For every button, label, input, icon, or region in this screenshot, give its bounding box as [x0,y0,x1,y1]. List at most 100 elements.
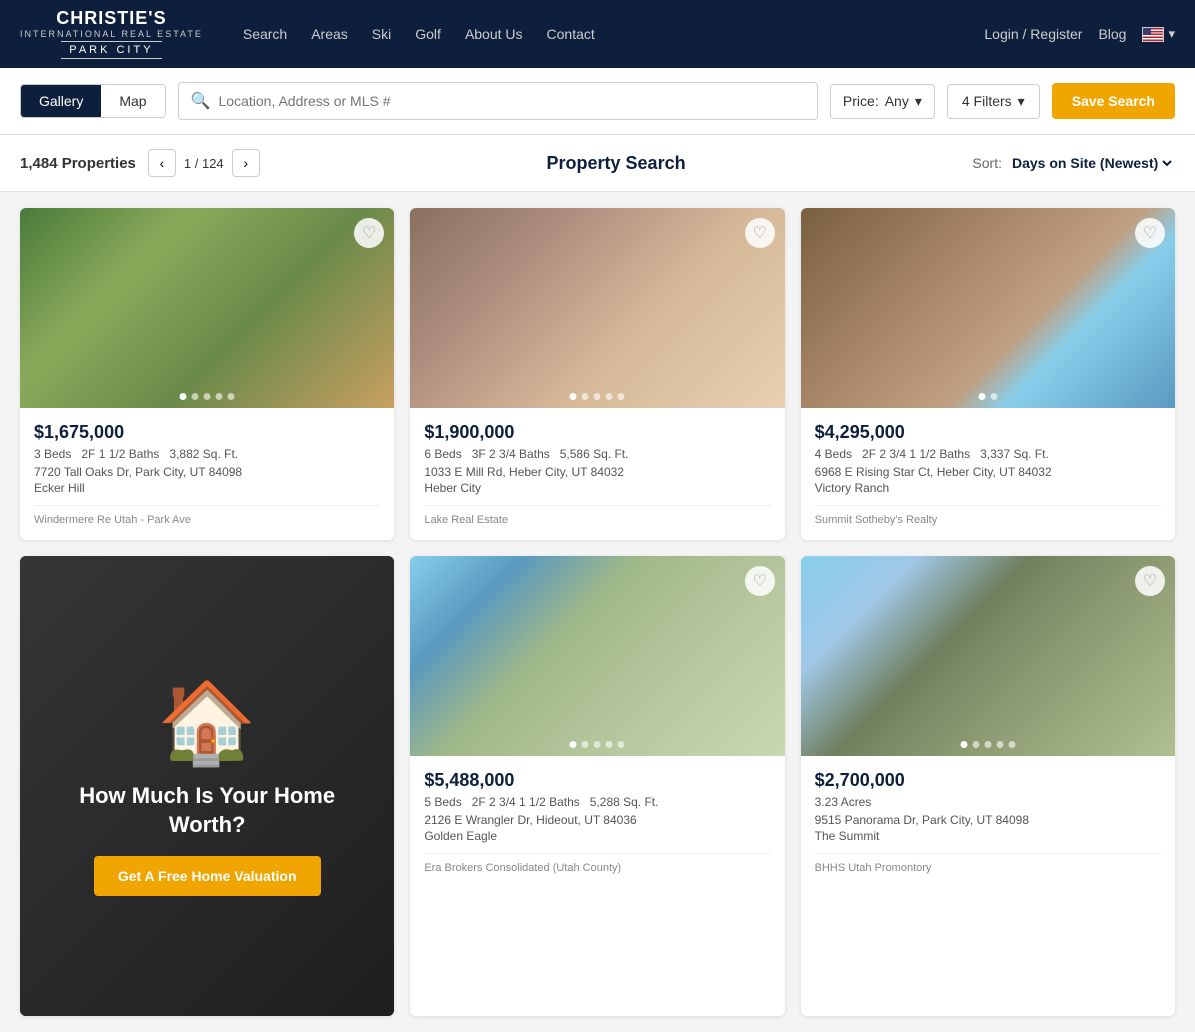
nav-links: Search Areas Ski Golf About Us Contact [243,22,985,46]
promo-card: 🏠 How Much Is Your Home Worth? Get A Fre… [20,556,394,1016]
carousel-dots [180,393,235,400]
property-card[interactable]: ♡ $1,900,000 6 Beds 3F 2 3/4 Baths 5,586… [410,208,784,540]
carousel-dot [192,393,199,400]
carousel-dot [618,741,625,748]
carousel-dot [228,393,235,400]
property-card[interactable]: ♡ $1,675,000 3 Beds 2F 1 1/2 Baths 3,882… [20,208,394,540]
carousel-dot [606,393,613,400]
gallery-view-button[interactable]: Gallery [21,85,101,117]
favorite-button[interactable]: ♡ [1135,218,1165,248]
chevron-down-icon: ▾ [915,93,922,110]
carousel-dot [594,393,601,400]
carousel-dot [582,741,589,748]
carousel-dot [582,393,589,400]
nav-golf[interactable]: Golf [415,22,441,46]
promo-content: 🏠 How Much Is Your Home Worth? Get A Fre… [20,656,394,915]
property-details: 4 Beds 2F 2 3/4 1 1/2 Baths 3,337 Sq. Ft… [815,447,1161,461]
search-input[interactable] [219,93,805,109]
property-community: Victory Ranch [815,481,1161,495]
property-details: 3 Beds 2F 1 1/2 Baths 3,882 Sq. Ft. [34,447,380,461]
properties-grid: ♡ $1,675,000 3 Beds 2F 1 1/2 Baths 3,882… [0,192,1195,1032]
favorite-button[interactable]: ♡ [354,218,384,248]
property-image[interactable]: ♡ [801,208,1175,408]
results-count: 1,484 Properties [20,155,136,172]
pagination: ‹ 1 / 124 › [148,149,260,177]
property-image[interactable]: ♡ [410,556,784,756]
property-image[interactable]: ♡ [20,208,394,408]
sort-wrap: Sort: Days on Site (Newest) Price (Low t… [972,154,1175,172]
results-header: 1,484 Properties ‹ 1 / 124 › Property Se… [0,135,1195,192]
property-card[interactable]: ♡ $2,700,000 3.23 Acres 9515 Panorama Dr… [801,556,1175,1016]
nav-about[interactable]: About Us [465,22,523,46]
filters-button[interactable]: 4 Filters ▾ [947,84,1040,119]
carousel-dot [570,741,577,748]
site-logo[interactable]: CHRISTIE'S INTERNATIONAL REAL ESTATE PAR… [20,9,203,59]
property-card[interactable]: ♡ $5,488,000 5 Beds 2F 2 3/4 1 1/2 Baths… [410,556,784,1016]
language-selector[interactable]: ▾ [1142,26,1175,42]
sort-select[interactable]: Days on Site (Newest) Price (Low to High… [1008,154,1175,172]
property-agent: BHHS Utah Promontory [815,853,1161,874]
property-agent: Lake Real Estate [424,505,770,526]
navbar: CHRISTIE'S INTERNATIONAL REAL ESTATE PAR… [0,0,1195,68]
next-page-button[interactable]: › [232,149,260,177]
property-address: 7720 Tall Oaks Dr, Park City, UT 84098 [34,465,380,479]
carousel-dots [570,741,625,748]
property-address: 1033 E Mill Rd, Heber City, UT 84032 [424,465,770,479]
property-image[interactable]: ♡ [410,208,784,408]
map-view-button[interactable]: Map [101,85,164,117]
flag-us-icon [1142,27,1164,42]
property-price: $1,675,000 [34,422,380,443]
carousel-dot [996,741,1003,748]
property-details: 3.23 Acres [815,795,1161,809]
property-image[interactable]: ♡ [801,556,1175,756]
filters-label: 4 Filters [962,93,1012,109]
search-input-wrap: 🔍 [178,82,818,120]
property-community: Golden Eagle [424,829,770,843]
favorite-button[interactable]: ♡ [1135,566,1165,596]
carousel-dot [180,393,187,400]
nav-contact[interactable]: Contact [547,22,595,46]
property-price: $1,900,000 [424,422,770,443]
property-info: $4,295,000 4 Beds 2F 2 3/4 1 1/2 Baths 3… [801,408,1175,540]
favorite-button[interactable]: ♡ [745,566,775,596]
carousel-dot [984,741,991,748]
login-link[interactable]: Login / Register [984,26,1082,42]
price-value: Any [885,93,909,109]
property-details: 6 Beds 3F 2 3/4 Baths 5,586 Sq. Ft. [424,447,770,461]
property-info: $1,900,000 6 Beds 3F 2 3/4 Baths 5,586 S… [410,408,784,540]
carousel-dot [606,741,613,748]
nav-areas[interactable]: Areas [311,22,348,46]
prev-page-button[interactable]: ‹ [148,149,176,177]
property-info: $2,700,000 3.23 Acres 9515 Panorama Dr, … [801,756,1175,888]
property-card[interactable]: ♡ $4,295,000 4 Beds 2F 2 3/4 1 1/2 Baths… [801,208,1175,540]
brand-name: CHRISTIE'S [56,9,166,29]
property-community: The Summit [815,829,1161,843]
favorite-button[interactable]: ♡ [745,218,775,248]
blog-link[interactable]: Blog [1098,26,1126,42]
carousel-dot [618,393,625,400]
property-price: $4,295,000 [815,422,1161,443]
carousel-dot [960,741,967,748]
property-address: 6968 E Rising Star Ct, Heber City, UT 84… [815,465,1161,479]
page-indicator: 1 / 124 [184,156,224,171]
save-search-button[interactable]: Save Search [1052,83,1175,119]
carousel-dot [204,393,211,400]
nav-search[interactable]: Search [243,22,287,46]
carousel-dot [990,393,997,400]
navbar-right: Login / Register Blog ▾ [984,26,1175,42]
carousel-dots [960,741,1015,748]
nav-ski[interactable]: Ski [372,22,391,46]
price-label: Price: [843,93,879,109]
carousel-dot [570,393,577,400]
house-icon: 🏠 [40,676,374,770]
property-price: $5,488,000 [424,770,770,791]
carousel-dots [978,393,997,400]
brand-subtitle: INTERNATIONAL REAL ESTATE [20,29,203,39]
price-filter[interactable]: Price: Any ▾ [830,84,935,119]
home-valuation-button[interactable]: Get A Free Home Valuation [94,856,321,896]
view-toggle: Gallery Map [20,84,166,118]
property-agent: Era Brokers Consolidated (Utah County) [424,853,770,874]
property-community: Ecker Hill [34,481,380,495]
carousel-dot [594,741,601,748]
property-community: Heber City [424,481,770,495]
